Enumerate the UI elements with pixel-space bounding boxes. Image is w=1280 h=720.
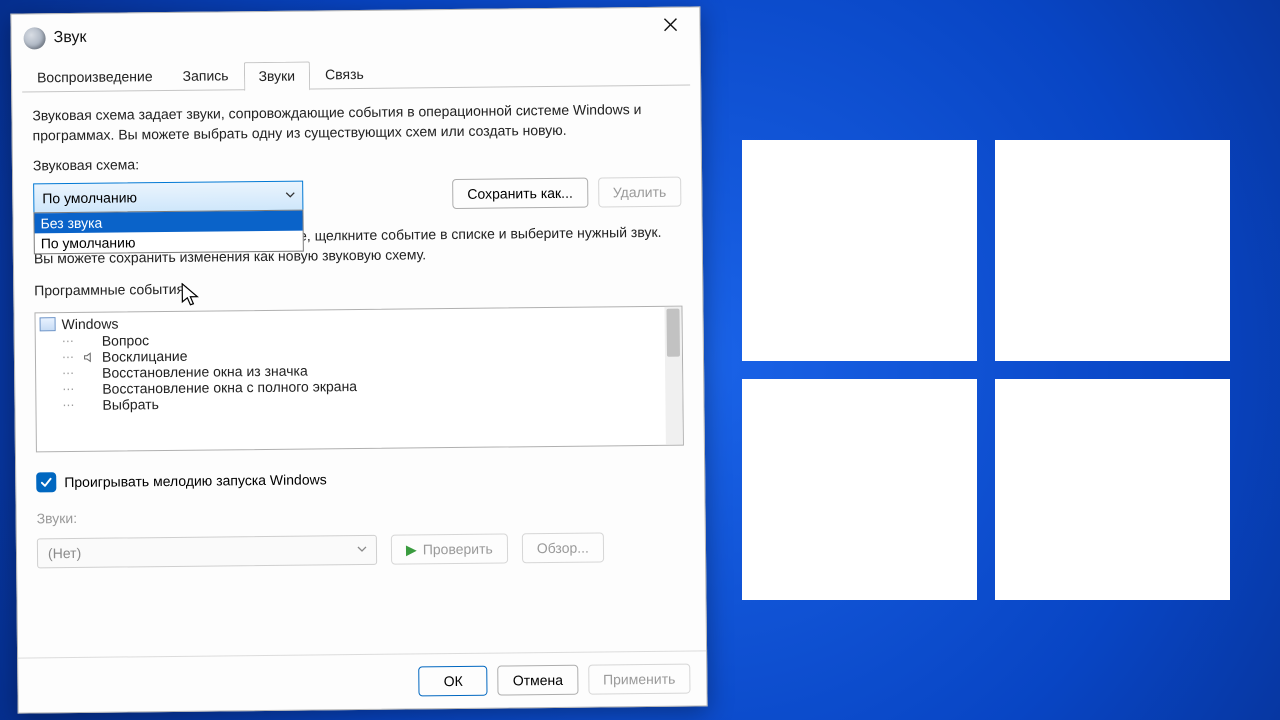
scrollbar-thumb[interactable] bbox=[666, 309, 680, 357]
play-startup-label: Проигрывать мелодию запуска Windows bbox=[64, 472, 327, 491]
test-button: ▶ Проверить bbox=[391, 534, 508, 565]
check-icon bbox=[39, 476, 53, 490]
speaker-icon bbox=[82, 350, 96, 364]
tab-playback[interactable]: Воспроизведение bbox=[22, 62, 168, 93]
apply-button: Применить bbox=[588, 664, 691, 695]
play-startup-checkbox[interactable] bbox=[36, 473, 56, 493]
chevron-down-icon bbox=[284, 188, 296, 204]
ok-button[interactable]: ОК bbox=[419, 666, 488, 697]
scrollbar[interactable] bbox=[664, 307, 682, 445]
window-title: Звук bbox=[54, 29, 87, 47]
windows-logo bbox=[742, 140, 1230, 600]
tab-connection[interactable]: Связь bbox=[310, 60, 379, 90]
scheme-option-none[interactable]: Без звука bbox=[34, 211, 302, 234]
scheme-combobox[interactable]: По умолчанию bbox=[33, 181, 303, 214]
tab-record[interactable]: Запись bbox=[167, 61, 243, 91]
delete-button: Удалить bbox=[598, 177, 682, 208]
chevron-down-icon bbox=[356, 542, 368, 558]
sound-icon bbox=[23, 27, 45, 49]
close-button[interactable] bbox=[647, 8, 693, 40]
sound-combobox: (Нет) bbox=[37, 535, 377, 569]
scheme-option-default[interactable]: По умолчанию bbox=[35, 231, 303, 254]
titlebar: Звук bbox=[11, 7, 699, 62]
play-icon: ▶ bbox=[406, 541, 417, 558]
events-listbox[interactable]: Windows ⋯Вопрос ⋯Восклицание ⋯Восстановл… bbox=[34, 306, 683, 453]
sounds-label: Звуки: bbox=[37, 504, 685, 527]
save-as-button[interactable]: Сохранить как... bbox=[452, 178, 588, 209]
scheme-selected: По умолчанию bbox=[42, 190, 137, 207]
scheme-dropdown: Без звука По умолчанию bbox=[33, 210, 303, 255]
tab-sounds[interactable]: Звуки bbox=[243, 61, 310, 91]
events-label: Программные события: bbox=[34, 276, 682, 299]
windows-node-icon bbox=[40, 318, 56, 332]
sound-dialog: Звук Воспроизведение Запись Звуки Связь … bbox=[10, 6, 707, 713]
browse-button: Обзор... bbox=[522, 533, 604, 564]
close-icon bbox=[662, 17, 678, 33]
description-text: Звуковая схема задает звуки, сопровождаю… bbox=[32, 100, 680, 146]
cancel-button[interactable]: Отмена bbox=[498, 665, 579, 696]
scheme-label: Звуковая схема: bbox=[33, 151, 681, 174]
dialog-footer: ОК Отмена Применить bbox=[18, 650, 707, 712]
